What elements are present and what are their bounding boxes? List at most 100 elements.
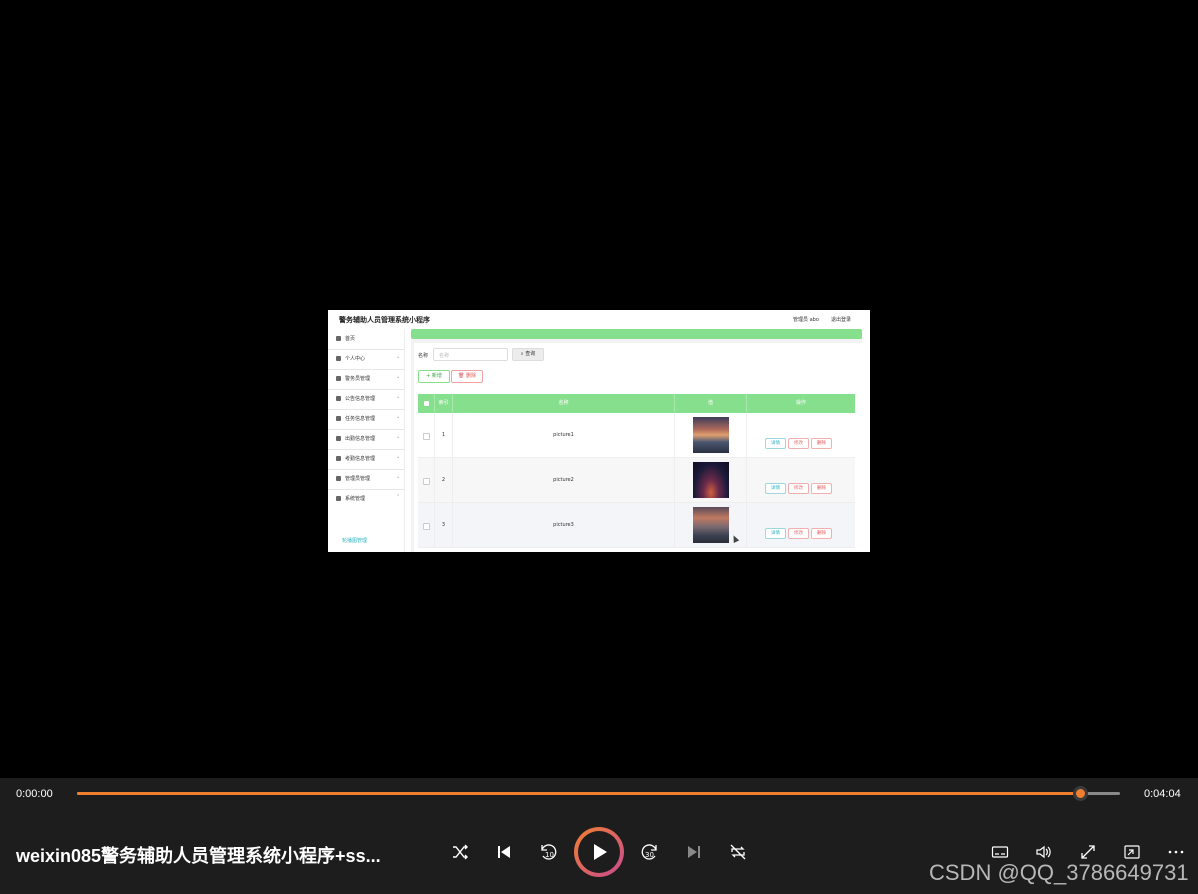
table-row: 3 picture3 详情 修改 删除 bbox=[418, 503, 855, 548]
detail-button[interactable]: 详情 bbox=[765, 483, 786, 494]
sidebar-item-tasks[interactable]: 任务信息管理 ⌄ bbox=[328, 409, 404, 430]
search-input[interactable]: 名称 bbox=[433, 348, 508, 361]
app-title: 警务辅助人员管理系统小程序 bbox=[339, 316, 430, 324]
sidebar-item-label: 个人中心 bbox=[345, 356, 366, 362]
sidebar-subitem-carousel[interactable]: 轮播图管理 bbox=[342, 537, 367, 544]
settings-icon bbox=[336, 496, 341, 501]
current-time: 0:00:00 bbox=[16, 788, 53, 800]
search-label: 名称 bbox=[418, 353, 429, 359]
row-name: picture2 bbox=[553, 477, 574, 483]
play-button[interactable] bbox=[574, 827, 624, 877]
chevron-down-icon: ⌄ bbox=[396, 454, 401, 460]
sidebar-item-profile[interactable]: 个人中心 ⌄ bbox=[328, 349, 404, 370]
row-thumbnail bbox=[693, 462, 729, 498]
query-button[interactable]: ⌕ 查询 bbox=[512, 348, 544, 361]
watermark: CSDN @QQ_3786649731 bbox=[929, 860, 1189, 885]
search-icon: ⌕ bbox=[520, 351, 524, 357]
edit-button[interactable]: 修改 bbox=[788, 438, 809, 449]
chevron-down-icon: ⌄ bbox=[396, 414, 401, 420]
sidebar-item-label: 公告信息管理 bbox=[345, 396, 376, 402]
edit-button[interactable]: 修改 bbox=[788, 483, 809, 494]
delete-button[interactable]: 删除 bbox=[811, 528, 832, 539]
row-index: 3 bbox=[441, 522, 446, 528]
header-user: 管理员 abo bbox=[793, 317, 819, 323]
detail-button[interactable]: 详情 bbox=[765, 528, 786, 539]
table-row: 1 picture1 详情 修改 删除 bbox=[418, 413, 855, 458]
row-actions-cell: 详情 修改 删除 bbox=[747, 413, 855, 458]
chevron-down-icon: ⌄ bbox=[396, 394, 401, 400]
home-icon bbox=[336, 336, 341, 341]
forward-30-button[interactable]: 30 bbox=[636, 838, 664, 866]
seek-bar[interactable] bbox=[77, 792, 1120, 795]
row-name: picture3 bbox=[553, 522, 574, 528]
row-thumbnail bbox=[693, 507, 729, 543]
detail-button[interactable]: 详情 bbox=[765, 438, 786, 449]
fullscreen-icon bbox=[1081, 845, 1095, 859]
sidebar-item-label: 系统管理 bbox=[345, 496, 366, 502]
row-name-cell: picture1 bbox=[453, 413, 675, 458]
sidebar-item-attendance-out[interactable]: 出勤信息管理 ⌄ bbox=[328, 429, 404, 450]
sidebar-item-attendance-check[interactable]: 考勤信息管理 ⌄ bbox=[328, 449, 404, 470]
sidebar-item-label: 任务信息管理 bbox=[345, 416, 376, 422]
add-button[interactable]: + 新增 bbox=[418, 370, 450, 383]
sidebar-item-admins[interactable]: 管理员管理 ⌄ bbox=[328, 469, 404, 490]
row-index: 1 bbox=[441, 432, 446, 438]
row-index-cell: 1 bbox=[435, 413, 453, 458]
col-value: 值 bbox=[675, 394, 747, 413]
sidebar: 首页 个人中心 ⌄ 警务员管理 ⌄ 公告信息管理 ⌄ 任务信息管理 ⌄ 出勤信息… bbox=[328, 329, 405, 552]
select-all-checkbox[interactable] bbox=[423, 401, 429, 406]
calendar-icon bbox=[336, 436, 341, 441]
message-icon bbox=[336, 456, 341, 461]
row-index-cell: 3 bbox=[435, 503, 453, 548]
col-actions: 操作 bbox=[795, 400, 806, 406]
notice-icon bbox=[336, 396, 341, 401]
sidebar-item-notices[interactable]: 公告信息管理 ⌄ bbox=[328, 389, 404, 410]
more-icon bbox=[1168, 850, 1184, 854]
shuffle-button[interactable] bbox=[446, 838, 474, 866]
row-name-cell: picture2 bbox=[453, 458, 675, 503]
previous-icon bbox=[498, 846, 510, 858]
media-player-controls: 0:00:00 0:04:04 weixin085警务辅助人员管理系统小程序+s… bbox=[0, 778, 1198, 894]
sidebar-item-label: 首页 bbox=[345, 336, 356, 342]
row-index-cell: 2 bbox=[435, 458, 453, 503]
breadcrumb-bar bbox=[411, 329, 862, 339]
row-checkbox[interactable] bbox=[423, 478, 430, 485]
row-check-cell bbox=[418, 458, 435, 503]
rewind-10-button[interactable]: 10 bbox=[534, 838, 562, 866]
app-header: 警务辅助人员管理系统小程序 管理员 abo 退出登录 bbox=[328, 310, 870, 329]
video-title: weixin085警务辅助人员管理系统小程序+ss... bbox=[16, 846, 381, 866]
sidebar-item-home[interactable]: 首页 bbox=[328, 329, 404, 350]
sidebar-item-system[interactable]: 系统管理 ⌃ bbox=[328, 489, 404, 509]
sidebar-item-officers[interactable]: 警务员管理 ⌄ bbox=[328, 369, 404, 390]
row-checkbox[interactable] bbox=[423, 433, 430, 440]
batch-delete-button[interactable]: 🗑 删除 bbox=[451, 370, 483, 383]
seek-handle[interactable] bbox=[1073, 786, 1088, 801]
row-name-cell: picture3 bbox=[453, 503, 675, 548]
trash-icon: 🗑 bbox=[458, 373, 465, 379]
next-button[interactable] bbox=[680, 838, 708, 866]
chevron-up-icon: ⌃ bbox=[396, 494, 401, 500]
delete-button[interactable]: 删除 bbox=[811, 438, 832, 449]
rewind-10-icon: 10 bbox=[541, 844, 557, 860]
row-value-cell bbox=[675, 458, 747, 503]
previous-button[interactable] bbox=[490, 838, 518, 866]
total-time: 0:04:04 bbox=[1144, 788, 1181, 800]
sidebar-item-label: 警务员管理 bbox=[345, 376, 371, 382]
col-name: 名称 bbox=[453, 394, 675, 413]
content-panel: 名称 名称 ⌕ 查询 + 新增 🗑 删除 索引 名称 值 操作 1 pictur… bbox=[414, 343, 862, 552]
query-button-label: 查询 bbox=[525, 351, 536, 357]
video-area[interactable]: 警务辅助人员管理系统小程序 管理员 abo 退出登录 首页 个人中心 ⌄ 警务员… bbox=[0, 0, 1198, 778]
task-icon bbox=[336, 416, 341, 421]
edit-button[interactable]: 修改 bbox=[788, 528, 809, 539]
user-icon bbox=[336, 356, 341, 361]
table-header: 索引 名称 值 操作 bbox=[418, 394, 855, 413]
mini-player-icon bbox=[1124, 845, 1140, 859]
chevron-down-icon: ⌄ bbox=[396, 474, 401, 480]
next-icon bbox=[688, 846, 700, 858]
row-checkbox[interactable] bbox=[423, 523, 430, 530]
row-actions-cell: 详情 修改 删除 bbox=[747, 458, 855, 503]
logout-link[interactable]: 退出登录 bbox=[831, 316, 851, 323]
table-row: 2 picture2 详情 修改 删除 bbox=[418, 458, 855, 503]
repeat-button[interactable] bbox=[724, 838, 752, 866]
delete-button[interactable]: 删除 bbox=[811, 483, 832, 494]
